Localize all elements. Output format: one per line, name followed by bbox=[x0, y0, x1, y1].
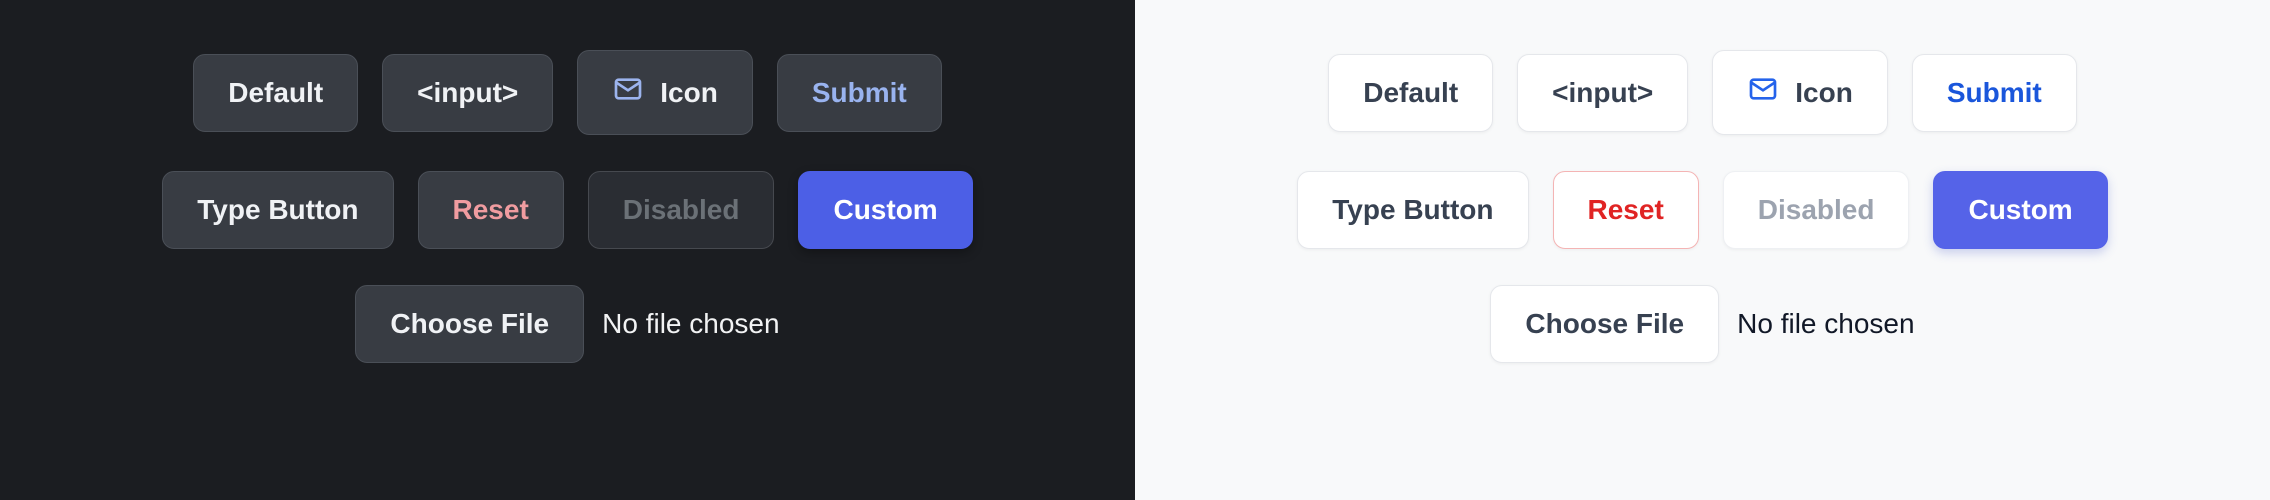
icon-button-label: Icon bbox=[1795, 77, 1853, 109]
button-row-2: Type Button Reset Disabled Custom bbox=[162, 171, 972, 249]
input-button[interactable]: <input> bbox=[382, 54, 553, 132]
disabled-button: Disabled bbox=[1723, 171, 1910, 249]
light-theme-panel: Default <input> Icon Submit Type Button … bbox=[1135, 0, 2270, 500]
mail-icon bbox=[612, 73, 644, 112]
choose-file-button[interactable]: Choose File bbox=[355, 285, 584, 363]
default-button-label: Default bbox=[1363, 77, 1458, 109]
choose-file-label: Choose File bbox=[390, 308, 549, 340]
dark-theme-panel: Default <input> Icon Submit Type Button … bbox=[0, 0, 1135, 500]
type-button-label: Type Button bbox=[197, 194, 358, 226]
disabled-button-label: Disabled bbox=[623, 194, 740, 226]
reset-button[interactable]: Reset bbox=[418, 171, 564, 249]
button-row-2: Type Button Reset Disabled Custom bbox=[1297, 171, 2107, 249]
choose-file-label: Choose File bbox=[1525, 308, 1684, 340]
custom-button[interactable]: Custom bbox=[1933, 171, 2107, 249]
file-input-wrap: Choose File No file chosen bbox=[355, 285, 779, 363]
submit-button-label: Submit bbox=[1947, 77, 2042, 109]
default-button[interactable]: Default bbox=[1328, 54, 1493, 132]
file-status-text: No file chosen bbox=[1737, 308, 1914, 340]
default-button-label: Default bbox=[228, 77, 323, 109]
mail-icon bbox=[1747, 73, 1779, 112]
file-status-text: No file chosen bbox=[602, 308, 779, 340]
file-row: Choose File No file chosen bbox=[355, 285, 779, 363]
reset-button[interactable]: Reset bbox=[1553, 171, 1699, 249]
default-button[interactable]: Default bbox=[193, 54, 358, 132]
input-button-label: <input> bbox=[1552, 77, 1653, 109]
file-row: Choose File No file chosen bbox=[1490, 285, 1914, 363]
input-button[interactable]: <input> bbox=[1517, 54, 1688, 132]
choose-file-button[interactable]: Choose File bbox=[1490, 285, 1719, 363]
reset-button-label: Reset bbox=[1588, 194, 1664, 226]
reset-button-label: Reset bbox=[453, 194, 529, 226]
custom-button-label: Custom bbox=[833, 194, 937, 226]
submit-button[interactable]: Submit bbox=[777, 54, 942, 132]
icon-button-label: Icon bbox=[660, 77, 718, 109]
icon-button[interactable]: Icon bbox=[1712, 50, 1888, 135]
custom-button[interactable]: Custom bbox=[798, 171, 972, 249]
submit-button-label: Submit bbox=[812, 77, 907, 109]
icon-button[interactable]: Icon bbox=[577, 50, 753, 135]
disabled-button-label: Disabled bbox=[1758, 194, 1875, 226]
submit-button[interactable]: Submit bbox=[1912, 54, 2077, 132]
type-button[interactable]: Type Button bbox=[162, 171, 393, 249]
input-button-label: <input> bbox=[417, 77, 518, 109]
type-button[interactable]: Type Button bbox=[1297, 171, 1528, 249]
button-row-1: Default <input> Icon Submit bbox=[193, 50, 941, 135]
type-button-label: Type Button bbox=[1332, 194, 1493, 226]
file-input-wrap: Choose File No file chosen bbox=[1490, 285, 1914, 363]
disabled-button: Disabled bbox=[588, 171, 775, 249]
button-row-1: Default <input> Icon Submit bbox=[1328, 50, 2076, 135]
custom-button-label: Custom bbox=[1968, 194, 2072, 226]
